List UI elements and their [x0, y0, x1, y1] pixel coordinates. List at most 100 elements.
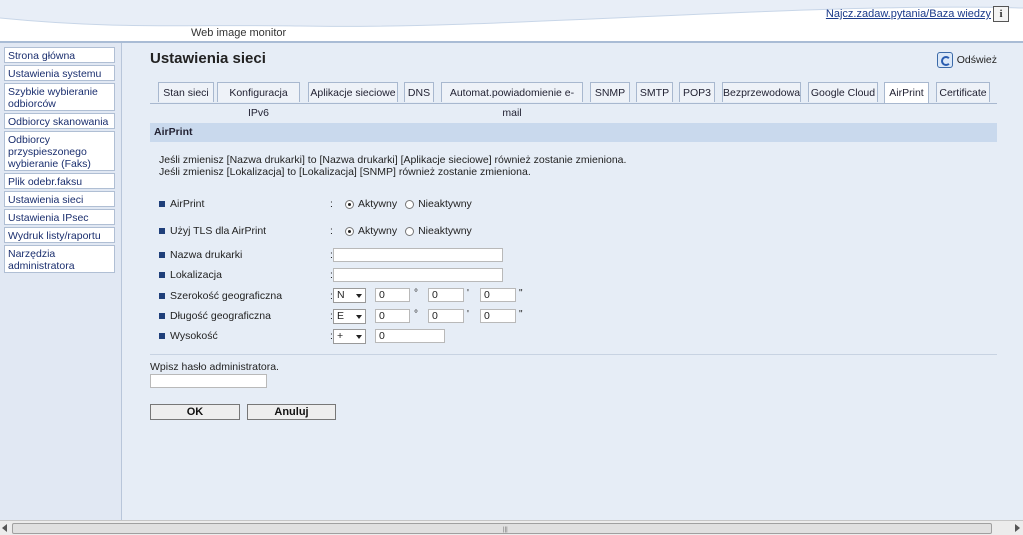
main-content: Ustawienia sieci Odśwież Stan sieci Konf… [122, 43, 1023, 520]
tab-certificate[interactable]: Certificate [936, 82, 990, 102]
location-label: Lokalizacja [159, 269, 222, 281]
bullet-icon [159, 201, 165, 207]
sidebar-item-print-list[interactable]: Wydruk listy/raportu [4, 227, 115, 243]
latitude-minutes-input[interactable]: 0 [428, 288, 464, 302]
tls-disabled-label[interactable]: Nieaktywny [418, 225, 472, 237]
longitude-degrees-input[interactable]: 0 [375, 309, 410, 323]
latitude-seconds-input[interactable]: 0 [480, 288, 516, 302]
notice-line-1: Jeśli zmienisz [Nazwa drukarki] to [Nazw… [159, 154, 627, 166]
bullet-icon [159, 313, 165, 319]
refresh-icon[interactable] [936, 52, 953, 68]
notice-line-2: Jeśli zmienisz [Lokalizacja] to [Lokaliz… [159, 166, 531, 178]
altitude-sign-select[interactable]: + [333, 329, 366, 344]
sidebar-item-received-fax[interactable]: Plik odebr.faksu [4, 173, 115, 189]
minute-symbol: ' [467, 288, 469, 299]
scrollbar-thumb[interactable]: ||| [12, 523, 992, 534]
latitude-direction-value[interactable]: N [337, 289, 345, 301]
latitude-direction-select[interactable]: N [333, 288, 366, 303]
airprint-disabled-radio[interactable] [405, 199, 415, 209]
admin-password-label: Wpisz hasło administratora. [150, 361, 279, 373]
chevron-down-icon[interactable] [356, 315, 362, 319]
printer-name-label-text: Nazwa drukarki [170, 249, 243, 261]
location-input[interactable] [333, 268, 503, 282]
altitude-sign-value[interactable]: + [337, 330, 343, 342]
scroll-left-arrow-icon[interactable] [2, 524, 7, 532]
airprint-disabled-label[interactable]: Nieaktywny [418, 198, 472, 210]
latitude-degrees-input[interactable]: 0 [375, 288, 410, 302]
sidebar-item-ipsec[interactable]: Ustawienia IPsec [4, 209, 115, 225]
tab-snmp[interactable]: SNMP [590, 82, 630, 102]
info-icon[interactable]: i [993, 6, 1009, 22]
horizontal-scrollbar[interactable]: ||| [0, 520, 1023, 535]
second-symbol: " [519, 309, 523, 320]
brand-title: Web image monitor [191, 27, 287, 39]
altitude-input[interactable]: 0 [375, 329, 445, 343]
printer-name-label: Nazwa drukarki [159, 249, 242, 261]
airprint-radio-group: Aktywny Nieaktywny [345, 198, 480, 210]
tls-disabled-radio[interactable] [405, 226, 415, 236]
sidebar: Strona główna Ustawienia systemu Szybkie… [0, 43, 122, 520]
page-title: Ustawienia sieci [150, 50, 266, 67]
altitude-label-text: Wysokość [170, 330, 218, 342]
latitude-label: Szerokość geograficzna [159, 290, 282, 302]
ok-button[interactable]: OK [150, 404, 240, 420]
divider [150, 354, 997, 355]
cancel-button[interactable]: Anuluj [247, 404, 336, 420]
bullet-icon [159, 252, 165, 258]
sidebar-item-scan-destinations[interactable]: Odbiorcy skanowania [4, 113, 115, 129]
tab-network-status[interactable]: Stan sieci [158, 82, 214, 102]
help-faq-link[interactable]: Najcz.zadaw.pytania/Baza wiedzy [826, 8, 991, 20]
refresh-label[interactable]: Odśwież [957, 54, 997, 66]
bullet-icon [159, 272, 165, 278]
header: Web image monitor Najcz.zadaw.pytania/Ba… [0, 0, 1023, 42]
longitude-minutes-input[interactable]: 0 [428, 309, 464, 323]
sidebar-item-speed-dial[interactable]: Szybkie wybieranie odbiorców [4, 83, 115, 111]
latitude-label-text: Szerokość geograficzna [170, 290, 283, 302]
tls-enabled-label[interactable]: Aktywny [358, 225, 397, 237]
longitude-direction-value[interactable]: E [337, 310, 344, 322]
tab-network-apps[interactable]: Aplikacje sieciowe [308, 82, 398, 102]
tab-smtp[interactable]: SMTP [636, 82, 673, 102]
tab-google-cloud[interactable]: Google Cloud [808, 82, 878, 102]
tab-dns[interactable]: DNS [404, 82, 434, 102]
tab-pop3[interactable]: POP3 [679, 82, 715, 102]
header-swoosh-graphic [0, 0, 1023, 27]
scrollbar-grip-icon: ||| [503, 527, 508, 533]
bullet-icon [159, 293, 165, 299]
tab-underline [150, 103, 997, 104]
longitude-direction-select[interactable]: E [333, 309, 366, 324]
longitude-seconds-input[interactable]: 0 [480, 309, 516, 323]
tab-ipv6[interactable]: Konfiguracja IPv6 [217, 82, 300, 119]
chevron-down-icon[interactable] [356, 294, 362, 298]
tab-auto-email[interactable]: Automat.powiadomienie e-mail [441, 82, 583, 119]
refresh-button[interactable]: Odśwież [936, 52, 997, 68]
bullet-icon [159, 333, 165, 339]
airprint-label-text: AirPrint [170, 198, 205, 210]
tls-label-text: Użyj TLS dla AirPrint [170, 225, 267, 237]
colon: : [330, 225, 333, 237]
sidebar-item-fax-destinations[interactable]: Odbiorcy przyspieszonego wybieranie (Fak… [4, 131, 115, 171]
longitude-label: Długość geograficzna [159, 310, 271, 322]
airprint-label: AirPrint [159, 198, 204, 210]
airprint-enabled-radio[interactable] [345, 199, 354, 209]
sidebar-item-admin-tools[interactable]: Narzędzia administratora [4, 245, 115, 273]
sidebar-item-system-settings[interactable]: Ustawienia systemu [4, 65, 115, 81]
bullet-icon [159, 228, 165, 234]
sidebar-item-home[interactable]: Strona główna [4, 47, 115, 63]
colon: : [330, 198, 333, 210]
scroll-right-arrow-icon[interactable] [1015, 524, 1020, 532]
degree-symbol: ° [414, 309, 418, 320]
printer-name-input[interactable] [333, 248, 503, 262]
tab-wireless[interactable]: Bezprzewodowa [722, 82, 801, 102]
chevron-down-icon[interactable] [356, 335, 362, 339]
admin-password-input[interactable] [150, 374, 267, 388]
tls-label: Użyj TLS dla AirPrint [159, 225, 266, 237]
sidebar-item-network-settings[interactable]: Ustawienia sieci [4, 191, 115, 207]
minute-symbol: ' [467, 309, 469, 320]
longitude-label-text: Długość geograficzna [170, 310, 271, 322]
altitude-label: Wysokość [159, 330, 218, 342]
tls-enabled-radio[interactable] [345, 226, 354, 236]
airprint-enabled-label[interactable]: Aktywny [358, 198, 397, 210]
tab-airprint[interactable]: AirPrint [884, 82, 929, 104]
section-header: AirPrint [150, 123, 997, 142]
